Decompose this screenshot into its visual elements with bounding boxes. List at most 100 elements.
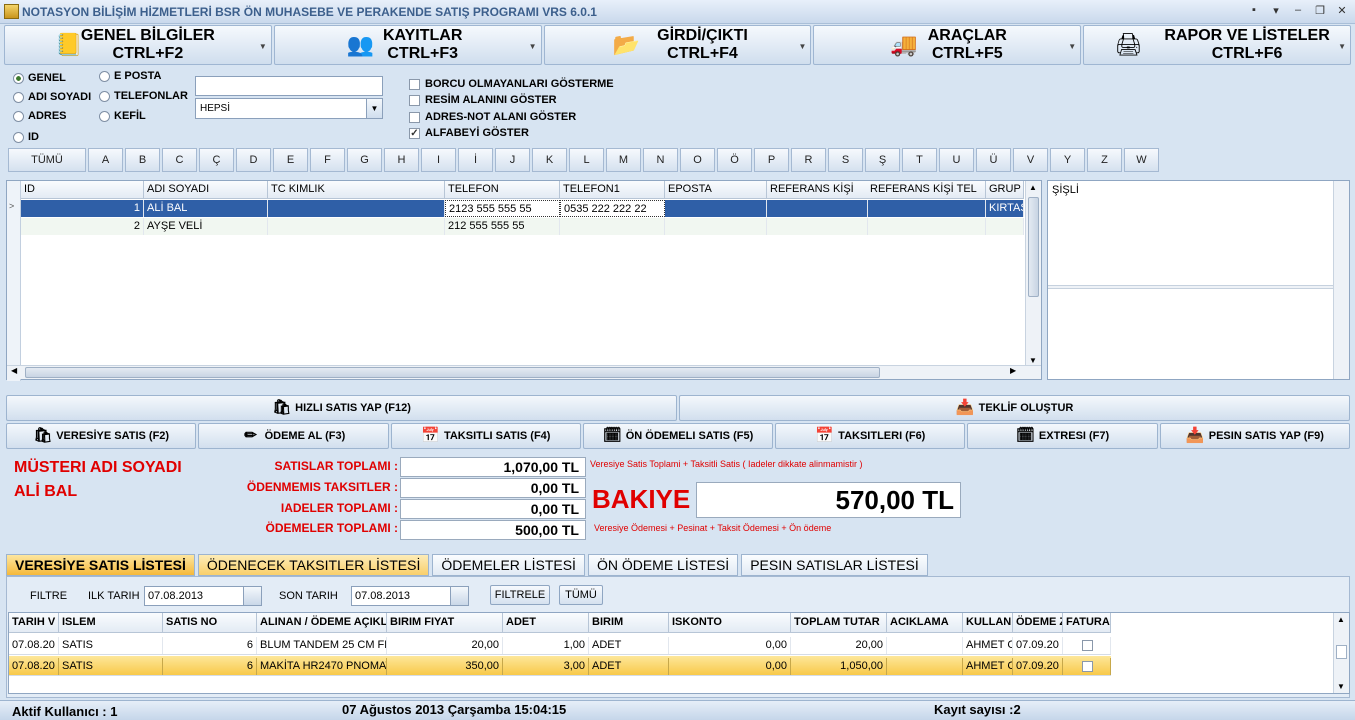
dropdown-icon[interactable]: ▾ [1269,4,1283,17]
tab-pesin-satislar[interactable]: PESIN SATISLAR LİSTESİ [741,554,928,576]
column-header[interactable]: GRUP [986,181,1024,199]
alphabet-button[interactable]: P [754,148,789,172]
start-date-input[interactable]: 07.08.2013 [144,586,262,606]
alphabet-button[interactable]: Ç [199,148,234,172]
hizli-satis-button[interactable]: 🛍 HIZLI SATIS YAP (F12) [6,395,677,421]
fatura-checkbox[interactable] [1063,658,1111,675]
alphabet-button[interactable]: Z [1087,148,1122,172]
menu-genel-bilgiler[interactable]: 📒 GENEL BİLGİLER CTRL+F2 ▼ [4,25,272,65]
menu-rapor-listeler[interactable]: 🖨 RAPOR VE LİSTELER CTRL+F6 ▼ [1083,25,1351,65]
column-header[interactable]: FATURA [1063,613,1111,633]
alphabet-button[interactable]: W [1124,148,1159,172]
sales-grid[interactable]: ▲ ▼ TARIH V ISLEM SATIS NO ALINAN / ÖDEME A… [8,612,1350,694]
fatura-checkbox[interactable] [1063,637,1111,654]
check-borcu-olmayanlari[interactable]: BORCU OLMAYANLARI GÖSTERME [409,78,614,90]
alphabet-button[interactable]: Ü [976,148,1011,172]
tab-odenecek-taksitler[interactable]: ÖDENECEK TAKSITLER LİSTESİ [197,554,430,576]
chevron-down-icon[interactable]: ▼ [366,99,382,118]
radio-e-posta[interactable]: E POSTA [99,70,161,82]
alphabet-button[interactable]: F [310,148,345,172]
filter-button[interactable]: FILTRELE [490,585,550,605]
alphabet-button[interactable]: Ö [717,148,752,172]
column-header[interactable]: ISKONTO [669,613,791,633]
close-icon[interactable]: ✕ [1335,4,1349,17]
alphabet-button[interactable]: S [828,148,863,172]
on-odemeli-satis-button[interactable]: 🗓 ÖN ÖDEMELI SATIS (F5) [582,423,774,449]
column-header[interactable]: ID [21,181,144,199]
column-header[interactable]: ALINAN / ÖDEME AÇIKL [257,613,387,633]
taksitli-satis-button[interactable]: 📅 TAKSITLI SATIS (F4) [390,423,581,449]
alphabet-button[interactable]: H [384,148,419,172]
column-header[interactable]: BIRIM FIYAT [387,613,503,633]
vertical-scrollbar[interactable]: ▲ ▼ [1333,613,1349,693]
menu-kayitlar[interactable]: 👥 KAYITLAR CTRL+F3 ▼ [273,25,542,65]
teklif-olustur-button[interactable]: 📥 TEKLİF OLUŞTUR [679,395,1350,421]
column-header[interactable]: SATIS NO [163,613,257,633]
check-adres-not[interactable]: ADRES-NOT ALANI GÖSTER [409,111,576,123]
alphabet-button[interactable]: O [680,148,715,172]
radio-telefonlar[interactable]: TELEFONLAR [99,90,188,102]
alphabet-button[interactable]: G [347,148,382,172]
alphabet-button[interactable]: R [791,148,826,172]
search-input[interactable] [195,76,383,96]
calendar-dropdown-icon[interactable] [450,587,468,605]
column-header[interactable]: TELEFON1 [560,181,665,199]
column-header[interactable]: ACIKLAMA [887,613,963,633]
alphabet-button[interactable]: J [495,148,530,172]
column-header[interactable]: REFERANS KİŞİ [767,181,868,199]
radio-kefil[interactable]: KEFİL [99,110,146,122]
menu-icon[interactable]: ▪ [1247,4,1261,17]
column-header[interactable]: ISLEM [59,613,163,633]
menu-araclar[interactable]: 🚚 ARAÇLAR CTRL+F5 ▼ [813,25,1082,65]
column-header[interactable]: TOPLAM TUTAR [791,613,887,633]
alphabet-button[interactable]: C [162,148,197,172]
column-header[interactable]: BIRIM [589,613,669,633]
alphabet-button[interactable]: B [125,148,160,172]
taksitleri-button[interactable]: 📅 TAKSITLERI (F6) [775,423,966,449]
alphabet-button[interactable]: L [569,148,604,172]
column-header[interactable]: ÖDEME Z [1013,613,1063,633]
column-header[interactable]: EPOSTA [665,181,767,199]
tab-on-odeme[interactable]: ÖN ÖDEME LİSTESİ [587,554,739,576]
odeme-al-button[interactable]: ✏ ÖDEME AL (F3) [198,423,389,449]
radio-id[interactable]: ID [13,131,39,143]
pesin-satis-button[interactable]: 📥 PESIN SATIS YAP (F9) [1159,423,1350,449]
alphabet-button[interactable]: E [273,148,308,172]
radio-adres[interactable]: ADRES [13,110,67,122]
alphabet-button[interactable]: TÜMÜ [8,148,86,172]
vertical-scrollbar[interactable]: ▲ ▼ [1025,181,1041,367]
minimize-icon[interactable]: – [1291,4,1305,17]
group-combo[interactable]: HEPSİ ▼ [195,98,383,119]
restore-icon[interactable]: ❐ [1313,4,1327,17]
column-header[interactable]: TARIH V [9,613,59,633]
extresi-button[interactable]: 🗓 EXTRESI (F7) [967,423,1158,449]
alphabet-button[interactable]: V [1013,148,1048,172]
customer-grid[interactable]: > ▲ ▼ ◀ ▶ ID ADI SOYADI TC KIMLIK TELEFON TE… [6,180,1042,381]
column-header[interactable]: TC KIMLIK [268,181,445,199]
column-header[interactable]: ADET [503,613,589,633]
all-button[interactable]: TÜMÜ [559,585,603,605]
check-resim-alani[interactable]: RESİM ALANINI GÖSTER [409,94,557,106]
alphabet-button[interactable]: N [643,148,678,172]
alphabet-button[interactable]: A [88,148,123,172]
radio-adi-soyadi[interactable]: ADI SOYADI [13,91,91,103]
alphabet-button[interactable]: T [902,148,937,172]
end-date-input[interactable]: 07.08.2013 [351,586,469,606]
alphabet-button[interactable]: D [236,148,271,172]
column-header[interactable]: KULLAN [963,613,1013,633]
column-header[interactable]: ADI SOYADI [144,181,268,199]
radio-genel[interactable]: GENEL [13,72,66,84]
check-alfabeyi-goster[interactable]: ✓ ALFABEYİ GÖSTER [409,127,529,139]
veresiye-satis-button[interactable]: 🛍 VERESİYE SATIS (F2) [6,423,197,449]
alphabet-button[interactable]: Ş [865,148,900,172]
tab-veresiye-satis[interactable]: VERESİYE SATIS LİSTESİ [6,554,195,576]
tab-odemeler[interactable]: ÖDEMELER LİSTESİ [432,554,585,576]
alphabet-button[interactable]: I [421,148,456,172]
horizontal-scrollbar[interactable]: ◀ ▶ [7,365,1041,379]
alphabet-button[interactable]: İ [458,148,493,172]
alphabet-button[interactable]: K [532,148,567,172]
calendar-dropdown-icon[interactable] [243,587,261,605]
alphabet-button[interactable]: U [939,148,974,172]
column-header[interactable]: TELEFON [445,181,560,199]
menu-girdi-cikti[interactable]: 📂 GİRDİ/ÇIKTI CTRL+F4 ▼ [543,25,812,65]
